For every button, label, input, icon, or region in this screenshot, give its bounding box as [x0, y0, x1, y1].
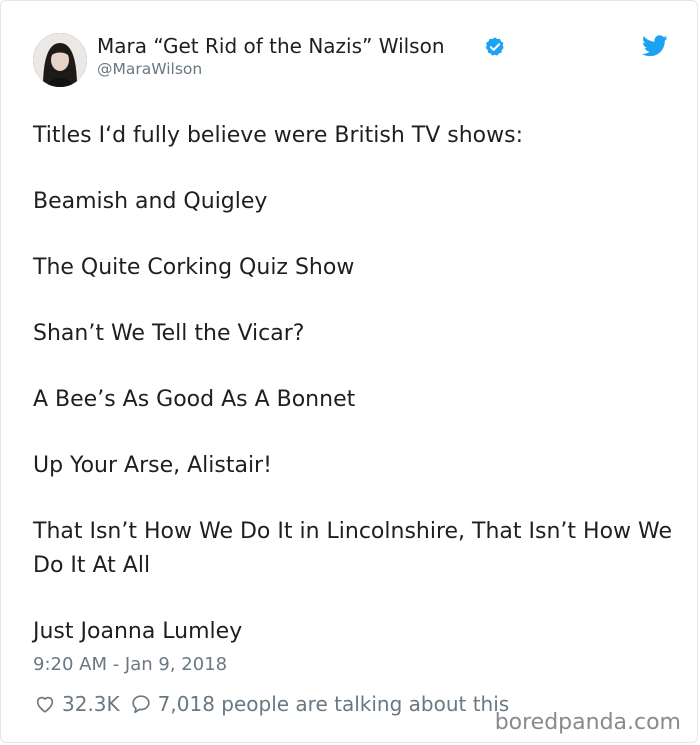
verified-badge-icon: [485, 37, 504, 56]
tweet-paragraph-title-4: A Bee’s As Good As A Bonnet: [33, 387, 356, 412]
watermark: boredpanda.com: [494, 710, 681, 735]
heart-icon[interactable]: [34, 693, 56, 715]
tweet-paragraph-title-1: Beamish and Quigley: [33, 189, 268, 214]
avatar-portrait: [33, 33, 87, 87]
twitter-bird-icon[interactable]: [642, 35, 668, 57]
speech-bubble-icon[interactable]: [130, 693, 152, 715]
talking-count[interactable]: 7,018 people are talking about this: [158, 692, 510, 716]
author-handle[interactable]: @MaraWilson: [97, 59, 202, 79]
tweet-paragraph-title-3: Shan’t We Tell the Vicar?: [33, 321, 305, 346]
tweet-body: Titles I‘d fully believe were British TV…: [33, 119, 673, 649]
tweet-paragraph-title-6: That Isn’t How We Do It in Lincolnshire,…: [33, 519, 673, 578]
like-count[interactable]: 32.3K: [62, 692, 120, 716]
tweet-paragraph-title-5: Up Your Arse, Alistair!: [33, 453, 272, 478]
tweet-timestamp[interactable]: 9:20 AM - Jan 9, 2018: [33, 653, 227, 677]
avatar[interactable]: [33, 33, 87, 87]
tweet-actions: 32.3K 7,018 people are talking about thi…: [34, 690, 509, 718]
tweet-paragraph-intro: Titles I‘d fully believe were British TV…: [33, 123, 523, 148]
tweet-paragraph-title-7: Just Joanna Lumley: [33, 619, 243, 644]
tweet-card: Mara “Get Rid of the Nazis” Wilson @Mara…: [0, 0, 698, 743]
tweet-paragraph-title-2: The Quite Corking Quiz Show: [33, 255, 355, 280]
author-name[interactable]: Mara “Get Rid of the Nazis” Wilson: [97, 33, 445, 59]
